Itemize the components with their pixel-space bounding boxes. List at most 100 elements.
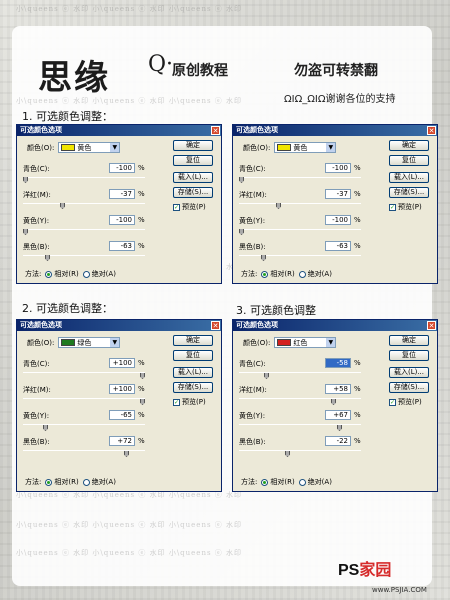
relative-option[interactable]: 相对(R) [261, 269, 295, 279]
relative-option[interactable]: 相对(R) [45, 269, 79, 279]
reset-button[interactable]: 复位 [389, 155, 429, 166]
magenta-slider-track[interactable] [239, 398, 361, 399]
cyan-slider-track[interactable] [23, 177, 145, 178]
load-button[interactable]: 载入(L)... [389, 367, 429, 378]
black-slider-thumb[interactable] [261, 255, 266, 261]
percent-sign: % [138, 385, 145, 393]
black-slider-thumb[interactable] [285, 451, 290, 457]
black-slider-track[interactable] [239, 450, 361, 451]
close-icon[interactable]: ✕ [211, 321, 220, 330]
black-slider-track[interactable] [239, 255, 361, 256]
relative-radio[interactable] [45, 478, 53, 486]
yellow-slider-track[interactable] [23, 229, 145, 230]
relative-radio[interactable] [261, 478, 269, 486]
load-button[interactable]: 载入(L)... [173, 367, 213, 378]
absolute-option[interactable]: 绝对(A) [298, 269, 332, 279]
black-label: 黑色(B): [239, 243, 266, 251]
absolute-option[interactable]: 绝对(A) [82, 269, 116, 279]
close-icon[interactable]: ✕ [427, 321, 436, 330]
preview-checkbox[interactable]: ✓ [173, 203, 180, 211]
relative-radio[interactable] [45, 270, 53, 278]
cyan-slider-thumb[interactable] [23, 177, 28, 183]
ok-button[interactable]: 确定 [389, 140, 429, 151]
color-select[interactable]: 绿色 ▼ [58, 337, 121, 348]
ok-button[interactable]: 确定 [389, 335, 429, 346]
relative-option[interactable]: 相对(R) [261, 477, 295, 487]
absolute-option[interactable]: 绝对(A) [298, 477, 332, 487]
magenta-input[interactable]: +58 [325, 384, 351, 394]
chevron-down-icon[interactable]: ▼ [326, 338, 336, 347]
chevron-down-icon[interactable]: ▼ [110, 143, 120, 152]
relative-radio[interactable] [261, 270, 269, 278]
cyan-input[interactable]: -100 [109, 163, 135, 173]
load-button[interactable]: 载入(L)... [173, 172, 213, 183]
absolute-radio[interactable] [298, 270, 306, 278]
cyan-input[interactable]: +100 [109, 358, 135, 368]
reset-button[interactable]: 复位 [389, 350, 429, 361]
cyan-slider-thumb[interactable] [140, 373, 145, 379]
yellow-slider-thumb[interactable] [23, 229, 28, 235]
close-icon[interactable]: ✕ [427, 126, 436, 135]
black-slider-track[interactable] [23, 450, 145, 451]
yellow-input[interactable]: -100 [109, 215, 135, 225]
black-input[interactable]: -63 [325, 241, 351, 251]
absolute-radio[interactable] [82, 270, 90, 278]
black-slider-track[interactable] [23, 255, 145, 256]
color-select[interactable]: 黄色 ▼ [274, 142, 337, 153]
black-input[interactable]: -22 [325, 436, 351, 446]
black-slider-thumb[interactable] [45, 255, 50, 261]
yellow-input[interactable]: -100 [325, 215, 351, 225]
close-icon[interactable]: ✕ [211, 126, 220, 135]
save-button[interactable]: 存储(S)... [389, 187, 429, 198]
color-select[interactable]: 黄色 ▼ [58, 142, 121, 153]
ok-button[interactable]: 确定 [173, 140, 213, 151]
absolute-radio[interactable] [82, 478, 90, 486]
magenta-input[interactable]: -37 [325, 189, 351, 199]
yellow-slider-track[interactable] [23, 424, 145, 425]
cyan-slider-thumb[interactable] [239, 177, 244, 183]
absolute-option[interactable]: 绝对(A) [82, 477, 116, 487]
percent-sign: % [138, 164, 145, 172]
save-button[interactable]: 存储(S)... [173, 187, 213, 198]
preview-checkbox[interactable]: ✓ [389, 203, 396, 211]
magenta-input[interactable]: +100 [109, 384, 135, 394]
magenta-slider-track[interactable] [23, 203, 145, 204]
black-label: 黑色(B): [23, 243, 50, 251]
yellow-slider-thumb[interactable] [337, 425, 342, 431]
color-select[interactable]: 红色 ▼ [274, 337, 337, 348]
save-button[interactable]: 存储(S)... [389, 382, 429, 393]
magenta-slider-track[interactable] [23, 398, 145, 399]
save-button[interactable]: 存储(S)... [173, 382, 213, 393]
yellow-slider-thumb[interactable] [239, 229, 244, 235]
relative-option[interactable]: 相对(R) [45, 477, 79, 487]
preview-checkbox[interactable]: ✓ [389, 398, 396, 406]
black-slider-thumb[interactable] [124, 451, 129, 457]
magenta-slider-thumb[interactable] [60, 203, 65, 209]
black-input[interactable]: -63 [109, 241, 135, 251]
magenta-slider-thumb[interactable] [276, 203, 281, 209]
magenta-input[interactable]: -37 [109, 189, 135, 199]
cyan-slider-track[interactable] [239, 372, 361, 373]
magenta-slider-track[interactable] [239, 203, 361, 204]
magenta-slider-thumb[interactable] [140, 399, 145, 405]
cyan-slider-thumb[interactable] [264, 373, 269, 379]
absolute-radio[interactable] [298, 478, 306, 486]
yellow-slider-track[interactable] [239, 424, 361, 425]
load-button[interactable]: 载入(L)... [389, 172, 429, 183]
chevron-down-icon[interactable]: ▼ [110, 338, 120, 347]
yellow-input[interactable]: -65 [109, 410, 135, 420]
yellow-slider-track[interactable] [239, 229, 361, 230]
preview-checkbox[interactable]: ✓ [173, 398, 180, 406]
ok-button[interactable]: 确定 [173, 335, 213, 346]
cyan-input[interactable]: -100 [325, 163, 351, 173]
cyan-slider-track[interactable] [23, 372, 145, 373]
black-input[interactable]: +72 [109, 436, 135, 446]
yellow-slider-thumb[interactable] [43, 425, 48, 431]
cyan-input[interactable]: -58 [325, 358, 351, 368]
reset-button[interactable]: 复位 [173, 155, 213, 166]
cyan-slider-track[interactable] [239, 177, 361, 178]
magenta-slider-thumb[interactable] [331, 399, 336, 405]
reset-button[interactable]: 复位 [173, 350, 213, 361]
chevron-down-icon[interactable]: ▼ [326, 143, 336, 152]
yellow-input[interactable]: +67 [325, 410, 351, 420]
